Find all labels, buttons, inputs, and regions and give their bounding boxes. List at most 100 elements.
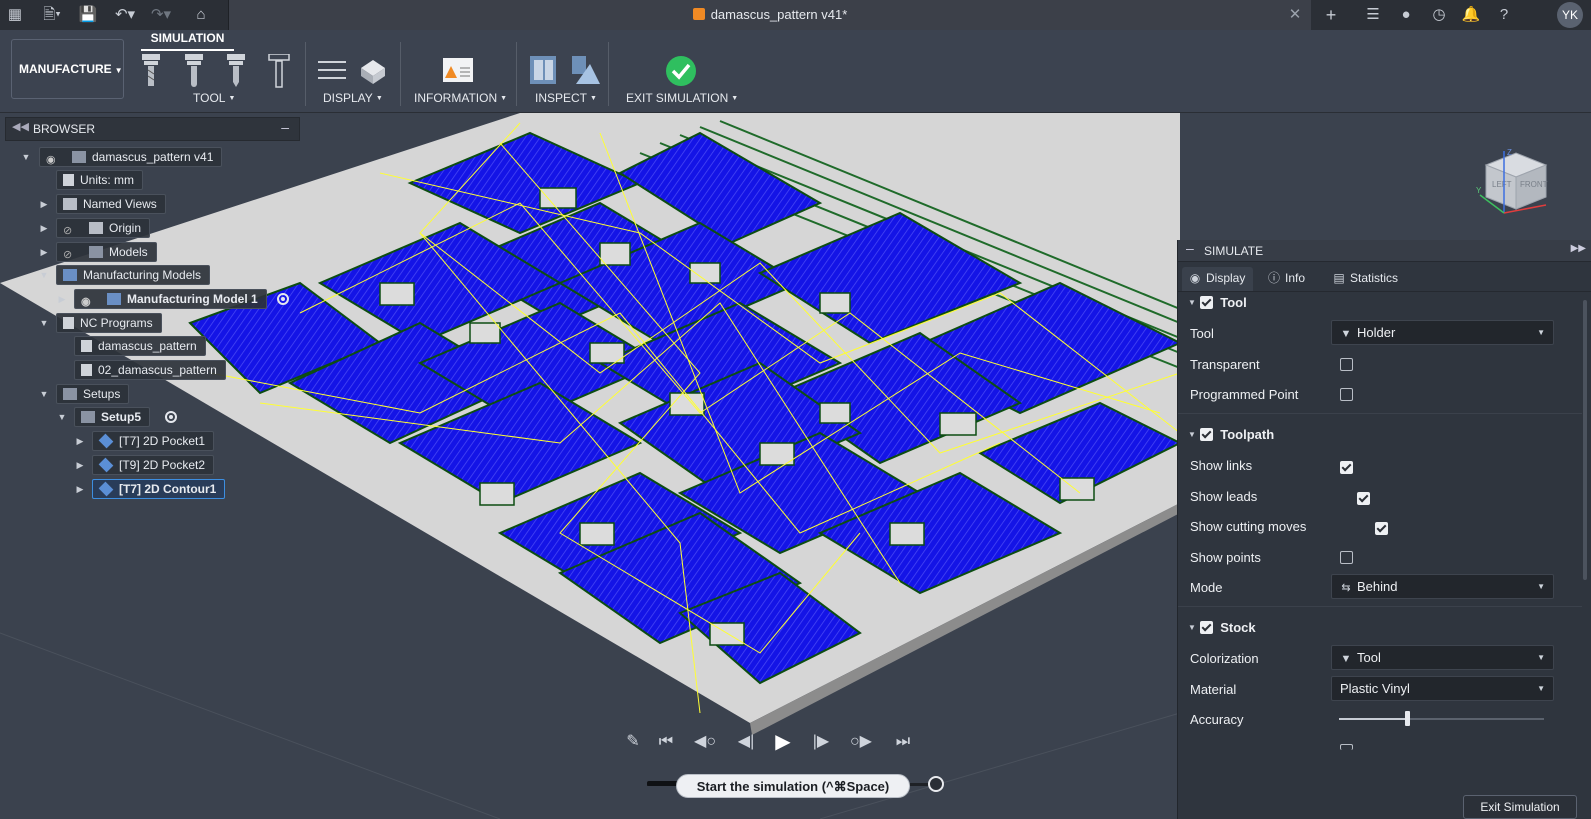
activate-radio-icon[interactable] xyxy=(277,293,289,305)
pen-icon[interactable]: ✎ xyxy=(619,729,647,755)
expand-arrow[interactable]: ▼ xyxy=(19,152,33,162)
collapse-icon[interactable]: – xyxy=(1186,240,1194,256)
display-group-label[interactable]: DISPLAY ▼ xyxy=(323,91,383,105)
tool-ballmill-icon[interactable] xyxy=(183,54,205,88)
panel-scrollbar[interactable] xyxy=(1583,300,1587,580)
show-cutting-moves-checkbox[interactable] xyxy=(1374,522,1388,535)
close-tab-icon[interactable]: ✕ xyxy=(1287,4,1303,26)
tree-node-origin[interactable]: ⊘ Origin xyxy=(56,218,151,238)
expand-arrow[interactable]: ▼ xyxy=(37,389,51,399)
programmed-point-checkbox[interactable] xyxy=(1340,388,1353,401)
step-forward-icon[interactable]: |▶ xyxy=(807,729,835,755)
simulation-timeline-knob[interactable] xyxy=(928,776,944,792)
expand-arrow[interactable]: ▶ xyxy=(55,294,69,305)
display-list-icon[interactable] xyxy=(316,54,348,88)
expand-panel-icon[interactable]: ▶▶ xyxy=(1571,243,1586,254)
viewcube-left-label[interactable]: LEFT xyxy=(1492,180,1512,189)
exit-simulation-check-icon[interactable] xyxy=(665,54,697,88)
user-avatar[interactable]: YK xyxy=(1557,2,1583,28)
tree-node-manufacturing-models[interactable]: Manufacturing Models xyxy=(56,265,211,285)
transparent-checkbox[interactable] xyxy=(1340,358,1353,371)
inspect-group-label[interactable]: INSPECT ▼ xyxy=(535,91,597,105)
save-icon[interactable]: 💾 xyxy=(78,4,98,26)
minimize-icon[interactable]: – xyxy=(281,119,289,135)
notifications-icon[interactable]: 🔔 xyxy=(1460,4,1482,26)
tool-dropdown[interactable]: ▼ Holder ▼ xyxy=(1331,320,1554,345)
undo-icon[interactable]: ↶▾ xyxy=(110,4,140,26)
tree-node-named-views[interactable]: Named Views xyxy=(56,194,166,214)
tree-node-document[interactable]: ◉ damascus_pattern v41 xyxy=(39,147,223,167)
expand-arrow[interactable]: ▶ xyxy=(73,484,87,495)
tree-node-units[interactable]: Units: mm xyxy=(56,170,143,190)
tool-holder-icon[interactable] xyxy=(268,54,290,88)
tool-drill-icon[interactable] xyxy=(225,54,247,88)
section-tool[interactable]: ▼ Tool xyxy=(1188,295,1247,310)
partially-visible-checkbox[interactable] xyxy=(1340,744,1353,750)
online-status-icon[interactable]: ● xyxy=(1395,4,1417,26)
eye-icon[interactable]: ◉ xyxy=(81,293,95,308)
expand-arrow[interactable]: ▶ xyxy=(37,247,51,258)
toolpath-section-checkbox[interactable] xyxy=(1200,428,1213,441)
tool-section-checkbox[interactable] xyxy=(1200,296,1213,309)
tab-simulation[interactable]: SIMULATION xyxy=(141,31,234,51)
tree-node-nc-program-2[interactable]: 02_damascus_pattern xyxy=(74,360,226,380)
expand-arrow[interactable]: ▼ xyxy=(37,318,51,328)
section-stock[interactable]: ▼ Stock xyxy=(1188,620,1256,635)
tree-node-nc-programs[interactable]: NC Programs xyxy=(56,313,162,333)
tab-display[interactable]: ◉ Display xyxy=(1182,267,1254,291)
tree-node-manufacturing-model-1[interactable]: ◉ Manufacturing Model 1 xyxy=(74,289,267,309)
viewcube[interactable]: LEFT FRONT Z Y xyxy=(1474,143,1564,223)
skip-to-end-icon[interactable]: ⏭ xyxy=(889,729,917,755)
simulate-header[interactable]: – SIMULATE ▶▶ xyxy=(1178,240,1591,262)
collapse-icon[interactable]: ◀◀ xyxy=(12,120,29,133)
accuracy-slider-knob[interactable] xyxy=(1405,711,1410,726)
expand-arrow[interactable]: ▶ xyxy=(73,436,87,447)
section-toolpath[interactable]: ▼ Toolpath xyxy=(1188,427,1274,442)
colorization-dropdown[interactable]: ▼ Tool ▼ xyxy=(1331,645,1554,670)
tree-node-setups[interactable]: Setups xyxy=(56,384,130,404)
skip-to-start-icon[interactable]: ⏮ xyxy=(652,729,680,755)
file-menu-icon[interactable]: 🗎▾ xyxy=(38,4,66,26)
show-points-checkbox[interactable] xyxy=(1340,551,1353,564)
information-warning-icon[interactable] xyxy=(442,54,474,88)
exit-simulation-group-label[interactable]: EXIT SIMULATION ▼ xyxy=(626,91,738,105)
viewcube-front-label[interactable]: FRONT xyxy=(1520,180,1548,189)
mode-dropdown[interactable]: ⇆ Behind ▼ xyxy=(1331,574,1554,599)
document-tab[interactable]: damascus_pattern v41* ✕ xyxy=(228,0,1311,30)
home-icon[interactable]: ⌂ xyxy=(190,4,212,26)
tool-group-label[interactable]: TOOL ▼ xyxy=(193,91,235,105)
play-icon[interactable]: ▶ xyxy=(769,729,797,755)
tree-node-models[interactable]: ⊘ Models xyxy=(56,242,157,262)
workspace-switcher[interactable]: MANUFACTURE ▼ xyxy=(11,39,124,99)
expand-arrow[interactable]: ▶ xyxy=(37,223,51,234)
tree-node-setup5[interactable]: Setup5 xyxy=(74,407,151,427)
tree-node-operation-pocket2[interactable]: [T9] 2D Pocket2 xyxy=(92,455,215,475)
redo-icon[interactable]: ↷▾ xyxy=(146,4,176,26)
job-status-icon[interactable]: ◷ xyxy=(1428,4,1450,26)
inspect-measure-icon[interactable] xyxy=(528,54,560,88)
stock-section-checkbox[interactable] xyxy=(1200,621,1213,634)
eye-icon[interactable]: ◉ xyxy=(46,151,60,166)
previous-operation-icon[interactable]: ◀○ xyxy=(691,729,719,755)
exit-simulation-button[interactable]: Exit Simulation xyxy=(1463,795,1577,819)
inspect-compare-icon[interactable] xyxy=(570,54,602,88)
show-leads-checkbox[interactable] xyxy=(1357,492,1371,505)
tool-endmill-icon[interactable] xyxy=(140,54,162,88)
expand-arrow[interactable]: ▼ xyxy=(37,270,51,280)
next-operation-icon[interactable]: ○▶ xyxy=(847,729,875,755)
app-grid-icon[interactable]: ▦ xyxy=(6,4,24,26)
tree-node-nc-program-1[interactable]: damascus_pattern xyxy=(74,336,206,356)
step-back-icon[interactable]: ◀| xyxy=(732,729,760,755)
show-links-checkbox[interactable] xyxy=(1340,461,1353,474)
information-group-label[interactable]: INFORMATION ▼ xyxy=(414,91,507,105)
data-panel-icon[interactable]: ☰ xyxy=(1362,4,1384,26)
material-dropdown[interactable]: Plastic Vinyl ▼ xyxy=(1331,676,1554,701)
tab-info[interactable]: ⓘ Info xyxy=(1261,267,1313,291)
hidden-eye-icon[interactable]: ⊘ xyxy=(63,246,77,261)
expand-arrow[interactable]: ▶ xyxy=(73,460,87,471)
browser-header[interactable]: ◀◀ BROWSER – xyxy=(5,117,300,141)
tab-statistics[interactable]: ▤ Statistics xyxy=(1326,267,1406,291)
display-stock-icon[interactable] xyxy=(357,54,389,88)
expand-arrow[interactable]: ▶ xyxy=(37,199,51,210)
activate-radio-icon[interactable] xyxy=(165,411,177,423)
